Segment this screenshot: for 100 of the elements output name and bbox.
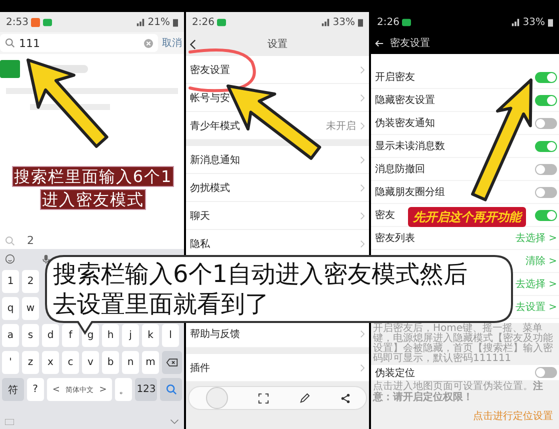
message-icon xyxy=(402,18,412,26)
message-icon xyxy=(217,18,226,26)
result-thumbnail xyxy=(0,60,20,78)
page-title: 设置 xyxy=(268,38,288,51)
settings-label: 聊天 xyxy=(190,210,210,222)
search-history-item[interactable]: 2 xyxy=(27,234,34,247)
keyboard-key[interactable]: 1 xyxy=(2,270,19,293)
toggle-switch[interactable] xyxy=(535,186,557,198)
keyboard-key[interactable]: k xyxy=(142,324,159,347)
bubble-text: 去设置里面就看到了 xyxy=(53,289,270,319)
back-icon[interactable] xyxy=(189,38,196,50)
toggle-switch[interactable] xyxy=(535,164,557,174)
scan-icon[interactable] xyxy=(258,392,269,404)
settings-label: 帮助与反馈 xyxy=(190,328,240,340)
keyboard-icon[interactable] xyxy=(5,419,14,425)
emoji-icon[interactable] xyxy=(5,254,15,264)
settings-label: 插件 xyxy=(190,362,210,374)
keyboard-key[interactable]: ' xyxy=(2,351,19,374)
settings-label: 勿扰模式 xyxy=(190,182,230,194)
keyboard-key[interactable]: c xyxy=(62,351,79,374)
keyboard-key[interactable]: v xyxy=(82,351,99,374)
collapse-icon[interactable] xyxy=(170,419,179,425)
clear-icon[interactable] xyxy=(144,38,153,48)
keyboard-key[interactable]: f xyxy=(62,324,79,347)
setting-label: 隐藏密友设置 xyxy=(375,94,435,107)
settings-label: 新消息通知 xyxy=(190,154,240,166)
chevron-icon xyxy=(360,240,365,248)
bubble-text: 搜索栏输入6个1自动进入密友模式然后 xyxy=(53,259,468,289)
back-arrow-icon[interactable] xyxy=(375,38,384,48)
settings-label: 隐私 xyxy=(190,238,210,250)
settings-label: 密友设置 xyxy=(190,64,230,76)
signal-icon xyxy=(136,18,145,26)
settings-label: 帐号与安 xyxy=(190,92,230,104)
description-text: 开启密友后，Home键、摇一摇、菜单键，电源熄屏进入隐藏模式【密友及功能设置】会被隐藏，首页【搜索栏】输入密码即可显示，默认密码111111 xyxy=(371,323,559,365)
status-time: 2:26 xyxy=(377,16,400,28)
keyboard-key[interactable]: m xyxy=(142,351,159,374)
share-icon[interactable] xyxy=(340,392,351,404)
cancel-link[interactable]: 取消 xyxy=(162,36,184,50)
settings-row[interactable]: 新消息通知 xyxy=(186,146,369,174)
toggle-switch[interactable] xyxy=(535,72,557,82)
toggle-switch[interactable] xyxy=(535,367,557,378)
note-text: 点击进入地图页面可设置伪装位置。注意：请开启定位权限！ xyxy=(371,381,559,403)
settings-row[interactable]: 勿扰模式 xyxy=(186,174,369,202)
setting-label: 消息防撤回 xyxy=(375,162,425,176)
toggle-switch[interactable] xyxy=(535,210,557,220)
toggle-switch[interactable] xyxy=(535,118,557,128)
keyboard-key[interactable]: w xyxy=(22,297,39,320)
settings-row[interactable]: 密友设置 xyxy=(186,56,369,84)
keyboard-key[interactable]: 。 xyxy=(115,378,132,401)
keyboard-key[interactable]: ? xyxy=(26,378,44,401)
signal-icon xyxy=(510,18,520,26)
keyboard-key[interactable]: z xyxy=(22,351,39,374)
caption-text: 搜索栏里面输入6个1 xyxy=(12,166,174,187)
settings-label: 青少年模式 xyxy=(190,120,240,132)
setting-label: 显示未读消息数 xyxy=(375,140,445,153)
keyboard-key[interactable]: 2 xyxy=(22,270,39,293)
battery-percent: 33% xyxy=(522,16,545,28)
toggle-switch[interactable] xyxy=(535,94,557,106)
keyboard-key[interactable]: s xyxy=(22,324,39,347)
keyboard-key[interactable]: h xyxy=(102,324,119,347)
chevron-icon xyxy=(360,184,365,192)
battery-percent: 21% xyxy=(148,16,170,28)
backspace-key[interactable] xyxy=(162,351,182,374)
status-time: 2:53 xyxy=(6,16,28,28)
chevron-icon xyxy=(360,212,365,220)
circle-mark xyxy=(188,48,256,92)
screenshot-thumbnail[interactable] xyxy=(206,387,228,409)
keyboard-key[interactable]: d xyxy=(42,324,59,347)
settings-value: 未开启 xyxy=(326,120,356,132)
setting-label: 伪装定位 xyxy=(375,366,415,380)
keyboard-key[interactable]: 123 xyxy=(135,378,158,401)
toggle-switch[interactable] xyxy=(535,140,557,152)
search-icon xyxy=(166,384,177,395)
keyboard-key[interactable]: q xyxy=(2,297,19,320)
keyboard-key[interactable]: b xyxy=(102,351,119,374)
page-title: 密友设置 xyxy=(390,36,430,50)
settings-row[interactable]: 聊天 xyxy=(186,202,369,230)
caption-text: 进入密友模式 xyxy=(40,189,146,210)
keyboard-key[interactable]: j xyxy=(122,324,139,347)
battery-icon xyxy=(548,18,553,26)
search-icon xyxy=(5,38,15,48)
chevron-icon xyxy=(360,364,365,372)
chevron-icon xyxy=(360,94,365,102)
chevron-icon xyxy=(360,156,365,164)
settings-row[interactable]: 插件 xyxy=(186,354,369,382)
keyboard-key[interactable]: l xyxy=(162,324,179,347)
edit-icon[interactable] xyxy=(299,392,310,404)
keyboard-key[interactable]: 符 xyxy=(2,378,24,401)
signal-icon xyxy=(320,18,330,26)
setting-label: 隐藏朋友圈分组 xyxy=(375,186,445,199)
keyboard-key[interactable]: a xyxy=(2,324,19,347)
search-icon xyxy=(5,236,15,246)
chevron-icon xyxy=(360,66,365,74)
keyboard-key[interactable]: n xyxy=(122,351,139,374)
setting-label: 开启密友 xyxy=(375,70,415,84)
keyboard-key[interactable]: x xyxy=(42,351,59,374)
banner-label: 先开启这个再开功能 xyxy=(408,207,526,227)
search-field[interactable]: 111 xyxy=(0,34,158,52)
battery-icon xyxy=(173,18,178,26)
battery-icon xyxy=(358,18,363,26)
